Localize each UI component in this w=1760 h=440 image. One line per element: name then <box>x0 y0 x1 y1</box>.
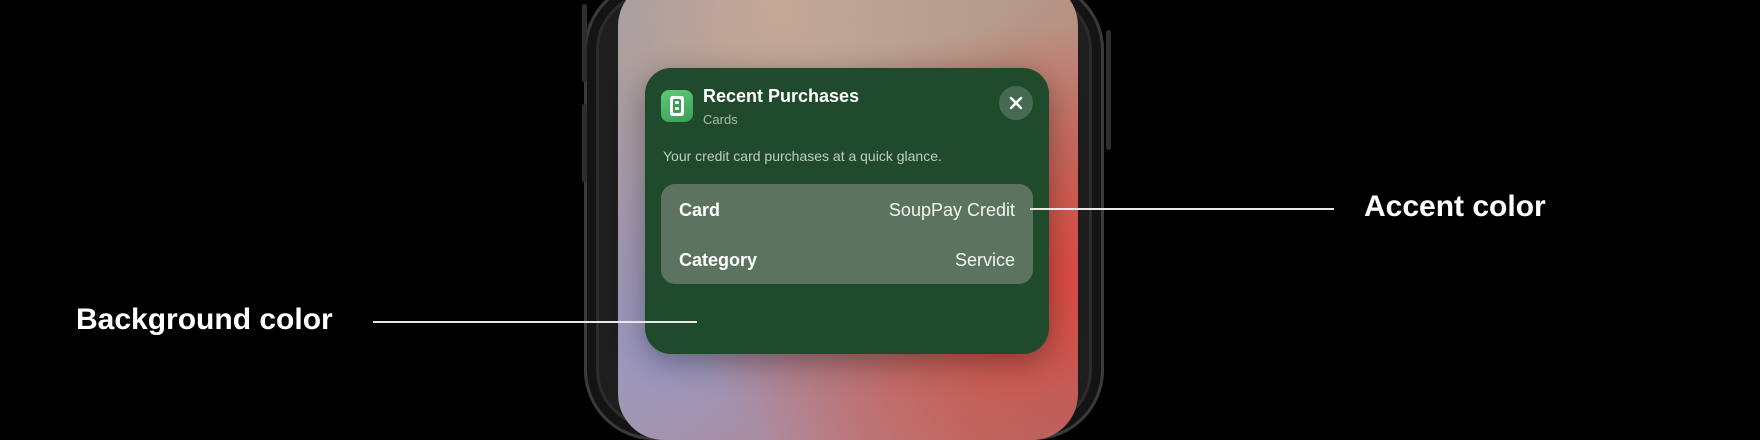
card-app-icon <box>661 90 693 122</box>
accent-info-box: Card SoupPay Credit Category Service <box>661 184 1033 284</box>
info-row-value: SoupPay Credit <box>888 199 1015 220</box>
widget-description: Your credit card purchases at a quick gl… <box>663 148 942 164</box>
info-row-label: Category <box>679 249 758 270</box>
phone-power-button <box>1106 30 1111 150</box>
background-color-callout: Background color <box>76 303 333 336</box>
recent-purchases-widget[interactable]: Recent Purchases Cards Your credit card … <box>645 68 1049 354</box>
widget-title: Recent Purchases <box>703 86 860 106</box>
info-row-category: Category Service <box>679 248 1015 272</box>
close-icon <box>1009 96 1023 110</box>
phone-side-button <box>582 104 587 182</box>
widget-subtitle: Cards <box>703 112 738 127</box>
close-button[interactable] <box>999 86 1033 120</box>
phone-side-button <box>582 4 587 82</box>
info-row-label: Card <box>679 199 721 220</box>
background-callout-line <box>373 321 697 323</box>
accent-color-callout: Accent color <box>1364 190 1546 223</box>
accent-callout-line <box>1030 208 1334 210</box>
info-row-value: Service <box>954 249 1015 270</box>
info-row-card: Card SoupPay Credit <box>679 198 1015 222</box>
